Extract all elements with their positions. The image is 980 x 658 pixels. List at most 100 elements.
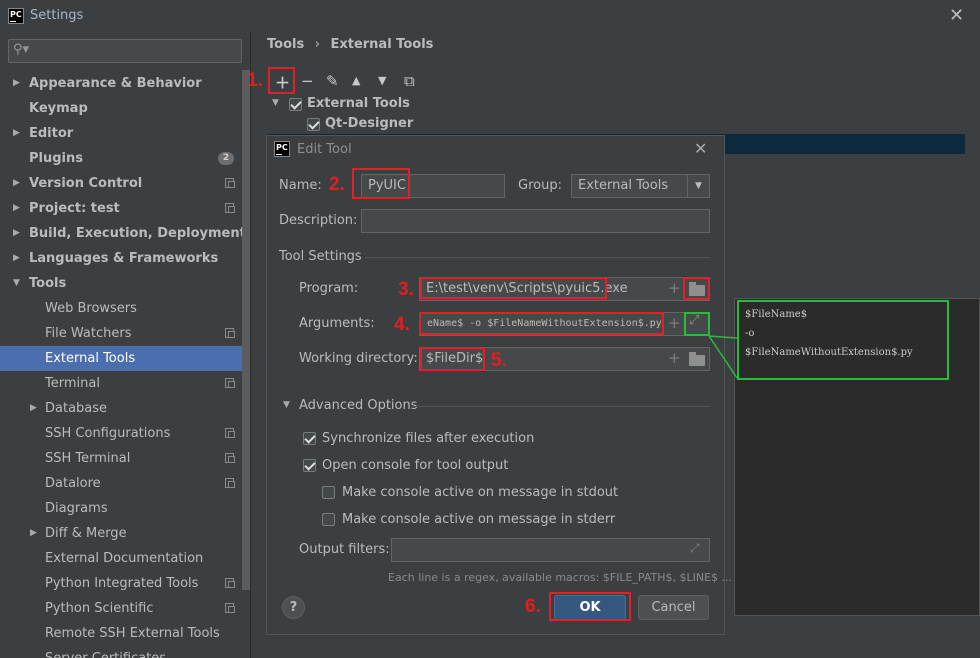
qt-designer-checkbox[interactable] (307, 118, 320, 131)
insert-macro-icon[interactable]: + (668, 314, 681, 332)
annotation-number-4: 4. (394, 314, 410, 335)
annotation-box-name (352, 168, 410, 199)
external-tools-group-checkbox[interactable] (289, 98, 302, 111)
sidebar-item-label: File Watchers (45, 326, 132, 341)
sidebar-item-version-control[interactable]: ▶ Version Control (0, 171, 250, 196)
tool-settings-heading: Tool Settings (279, 249, 362, 264)
output-filters-field[interactable] (391, 538, 710, 562)
project-scope-icon (225, 603, 235, 613)
breadcrumb-parent[interactable]: Tools (267, 37, 304, 52)
expand-triangle-icon[interactable]: ▼ (272, 98, 279, 108)
sidebar-divider (250, 32, 251, 658)
sidebar-item-external-documentation[interactable]: External Documentation (0, 546, 250, 571)
annotation-number-3: 3. (398, 279, 414, 300)
annotation-number-6: 6. (525, 596, 541, 617)
edit-pencil-icon[interactable]: ✎ (326, 72, 339, 90)
sidebar-item-label: Python Integrated Tools (45, 576, 199, 591)
stdout-active-label: Make console active on message in stdout (342, 485, 619, 500)
open-console-checkbox[interactable] (303, 459, 316, 472)
window-title: Settings (30, 8, 84, 23)
sidebar-item-file-watchers[interactable]: File Watchers (0, 321, 250, 346)
project-scope-icon (225, 328, 235, 338)
sidebar-item-plugins[interactable]: Plugins 2 (0, 146, 250, 171)
group-label: Group: (518, 178, 562, 193)
sidebar-item-diagrams[interactable]: Diagrams (0, 496, 250, 521)
annotation-number-1: 1. (247, 70, 263, 91)
stderr-active-checkbox[interactable] (322, 513, 335, 526)
sidebar-item-web-browsers[interactable]: Web Browsers (0, 296, 250, 321)
name-label: Name: (279, 178, 322, 193)
sidebar-item-tools[interactable]: ▼ Tools (0, 271, 250, 296)
sidebar-scrollbar[interactable] (242, 70, 250, 590)
sidebar-item-datalore[interactable]: Datalore (0, 471, 250, 496)
sidebar-item-label: Version Control (29, 176, 143, 191)
sidebar-item-label: Diff & Merge (45, 526, 127, 541)
help-button[interactable]: ? (282, 596, 305, 619)
annotation-number-5: 5. (491, 350, 507, 371)
sidebar-item-server-certificates[interactable]: Server Certificates (0, 646, 250, 658)
dialog-title: Edit Tool (297, 142, 352, 157)
sidebar-item-build[interactable]: ▶ Build, Execution, Deployment (0, 221, 250, 246)
remove-icon[interactable]: − (301, 72, 314, 90)
annotation-connector (708, 335, 738, 379)
sidebar-item-external-tools[interactable]: External Tools (0, 346, 250, 371)
annotation-number-2: 2. (329, 174, 345, 195)
dialog-close-icon[interactable]: ✕ (694, 139, 707, 158)
program-label: Program: (299, 281, 359, 296)
sidebar-item-ssh-configurations[interactable]: SSH Configurations (0, 421, 250, 446)
sidebar-item-label: Appearance & Behavior (29, 76, 202, 91)
sync-files-label: Synchronize files after execution (322, 431, 535, 446)
description-field[interactable] (361, 209, 710, 233)
description-label: Description: (279, 213, 358, 228)
sidebar-item-label: Project: test (29, 201, 120, 216)
project-scope-icon (225, 428, 235, 438)
sidebar-item-project[interactable]: ▶ Project: test (0, 196, 250, 221)
move-up-icon[interactable]: ▲ (352, 74, 360, 87)
sidebar-item-label: External Documentation (45, 551, 204, 566)
close-icon[interactable]: ✕ (949, 5, 964, 26)
advanced-collapse-icon[interactable]: ▼ (283, 400, 290, 410)
sync-files-checkbox[interactable] (303, 432, 316, 445)
sidebar-item-label: Web Browsers (45, 301, 137, 316)
sidebar-item-remote-ssh-tools[interactable]: Remote SSH External Tools (0, 621, 250, 646)
sidebar-item-python-integrated-tools[interactable]: Python Integrated Tools (0, 571, 250, 596)
sidebar-item-diff-merge[interactable]: ▶ Diff & Merge (0, 521, 250, 546)
expand-editor-icon[interactable]: ⤢ (690, 541, 700, 556)
plugins-count-badge: 2 (218, 152, 234, 165)
chevron-down-icon[interactable]: ▼ (687, 175, 709, 197)
sidebar-item-editor[interactable]: ▶ Editor (0, 121, 250, 146)
sidebar-item-database[interactable]: ▶ Database (0, 396, 250, 421)
sidebar-item-label: Datalore (45, 476, 101, 491)
insert-macro-icon[interactable]: + (668, 349, 681, 367)
annotation-box-add (268, 67, 295, 94)
annotation-box-program (420, 277, 607, 299)
title-bar (0, 0, 980, 32)
selected-tool-row-ext (725, 134, 965, 154)
sidebar-item-label: Diagrams (45, 501, 108, 516)
breadcrumb: Tools › External Tools (267, 37, 433, 52)
popup-line: $FileName$ (745, 309, 808, 320)
stdout-active-checkbox[interactable] (322, 486, 335, 499)
sidebar-item-terminal[interactable]: Terminal (0, 371, 250, 396)
sidebar-item-python-scientific[interactable]: Python Scientific (0, 596, 250, 621)
arguments-label: Arguments: (299, 316, 375, 331)
sidebar-item-appearance[interactable]: ▶ Appearance & Behavior (0, 71, 250, 96)
annotation-box-ok (549, 592, 631, 621)
insert-macro-icon[interactable]: + (668, 279, 681, 297)
advanced-separator (414, 406, 710, 407)
breadcrumb-current: External Tools (330, 37, 434, 52)
tree-child-label: Qt-Designer (325, 116, 414, 131)
output-filters-hint: Each line is a regex, available macros: … (388, 571, 733, 584)
cancel-button[interactable]: Cancel (638, 595, 709, 620)
search-input[interactable] (8, 39, 242, 63)
sidebar-item-languages[interactable]: ▶ Languages & Frameworks (0, 246, 250, 271)
copy-icon[interactable]: ⧉ (404, 72, 415, 90)
sidebar-item-label: Languages & Frameworks (29, 251, 219, 266)
sidebar-item-keymap[interactable]: Keymap (0, 96, 250, 121)
sidebar-item-label: Tools (29, 276, 67, 291)
project-scope-icon (225, 478, 235, 488)
sidebar-item-ssh-terminal[interactable]: SSH Terminal (0, 446, 250, 471)
sidebar-item-label: Terminal (45, 376, 100, 391)
move-down-icon[interactable]: ▼ (378, 74, 386, 87)
sidebar-item-label: Server Certificates (45, 646, 166, 658)
